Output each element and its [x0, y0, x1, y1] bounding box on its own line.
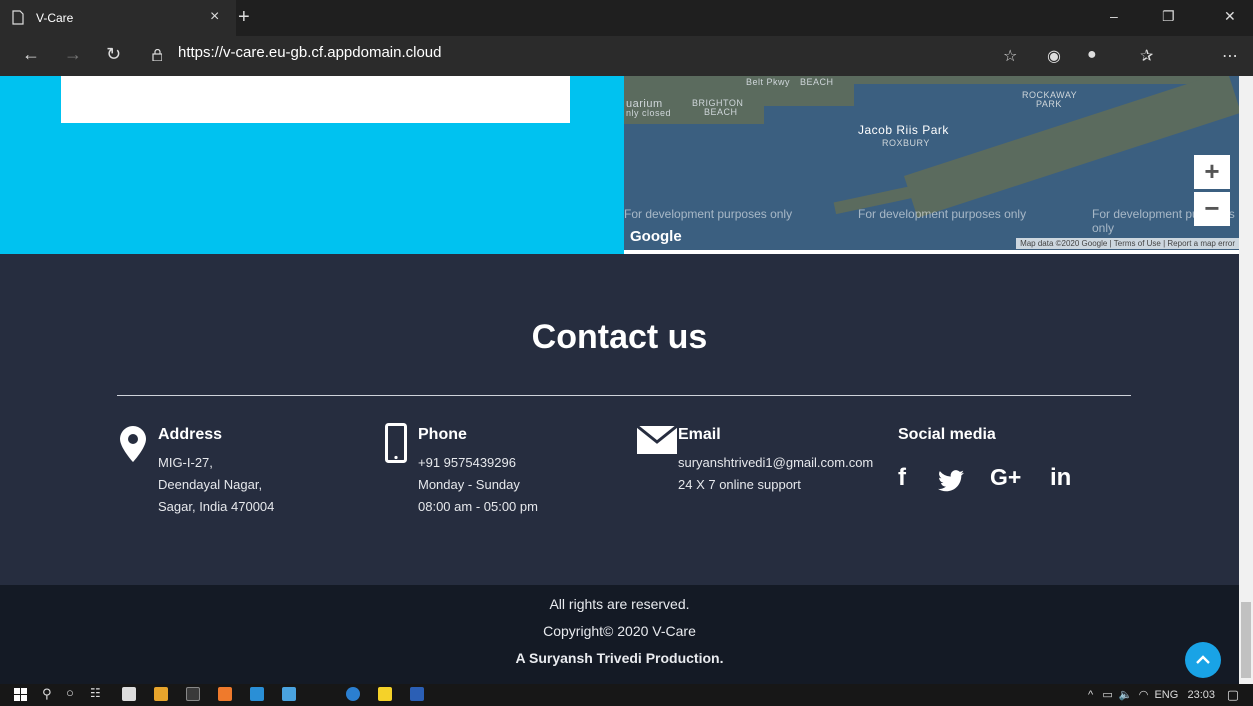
notifications-icon[interactable]: ▢: [1227, 687, 1239, 703]
rights-text: All rights are reserved.: [549, 596, 690, 612]
contact-heading: Contact us: [531, 318, 708, 356]
social-column: Social media: [898, 426, 996, 452]
map-label-park: Jacob Riis Park: [858, 123, 949, 137]
refresh-icon[interactable]: ↻: [106, 44, 121, 65]
windows-start-icon[interactable]: [14, 688, 28, 702]
map-zoom-out-button[interactable]: −: [1194, 192, 1230, 226]
back-icon[interactable]: ←: [22, 44, 40, 65]
language-indicator[interactable]: ENG: [1154, 689, 1178, 701]
map-label: nly closed: [626, 108, 672, 118]
map-label: PARK: [1036, 99, 1062, 109]
phone-icon: [385, 423, 407, 463]
tab-title: V-Care: [36, 11, 74, 25]
map-footer: Map data ©2020 Google | Terms of Use | R…: [1016, 238, 1239, 249]
map-label: BEACH: [800, 77, 834, 87]
map-dev-notice: For development purposes only: [858, 207, 1027, 221]
footer: All rights are reserved. Copyright© 2020…: [0, 585, 1239, 684]
extension-icon[interactable]: ◉: [1047, 46, 1061, 66]
contact-section: Contact us Address MIG-I-27, Deendayal N…: [0, 254, 1239, 585]
favorites-icon[interactable]: ✰: [1140, 46, 1153, 66]
terminal-icon[interactable]: [186, 687, 200, 701]
word-icon[interactable]: [410, 687, 424, 701]
app-icon[interactable]: [218, 687, 232, 701]
forward-icon[interactable]: →: [64, 44, 82, 65]
lock-icon: [152, 49, 162, 61]
volume-icon[interactable]: 🔈: [1119, 689, 1133, 701]
map-land: [844, 76, 1224, 84]
task-view-icon[interactable]: ☷: [90, 686, 101, 700]
google-plus-icon[interactable]: G+: [990, 464, 1021, 491]
address-line: Sagar, India 470004: [158, 499, 275, 514]
phone-title: Phone: [418, 426, 467, 443]
location-pin-icon: [120, 426, 146, 462]
terms-of-use-link[interactable]: Terms of Use: [1114, 239, 1161, 248]
chevron-up-icon[interactable]: ^: [1088, 689, 1093, 701]
battery-icon[interactable]: ▭: [1102, 689, 1112, 701]
minimize-icon[interactable]: –: [1110, 8, 1118, 24]
scrollbar-thumb[interactable]: [1241, 602, 1251, 678]
mail-icon[interactable]: [282, 687, 296, 701]
social-title: Social media: [898, 426, 996, 443]
tab-v-care[interactable]: V-Care ×: [0, 0, 236, 36]
email-column: Email suryanshtrivedi1@gmail.com.com 24 …: [678, 426, 873, 496]
maximize-icon[interactable]: ❐: [1162, 8, 1175, 25]
address-bar: ← → ↻ https://v-care.eu-gb.cf.appdomain.…: [0, 36, 1253, 100]
email-title: Email: [678, 426, 721, 443]
map-label: BEACH: [704, 107, 738, 117]
windows-taskbar: ⚲ ○ ☷ ^ ▭ 🔈 ◠ ENG 23:03 ▢: [0, 684, 1253, 706]
address-line: MIG-I-27,: [158, 455, 213, 470]
new-tab-icon[interactable]: +: [238, 6, 250, 29]
email-support-note: 24 X 7 online support: [678, 477, 801, 492]
clock[interactable]: 23:03: [1187, 689, 1215, 701]
page-content: Belt Pkwy BEACH uarium nly closed BRIGHT…: [0, 76, 1239, 684]
google-logo: Google: [630, 228, 682, 245]
facebook-icon[interactable]: f: [898, 464, 906, 492]
page-scrollbar[interactable]: [1239, 76, 1253, 684]
sticky-notes-icon[interactable]: [378, 687, 392, 701]
address-column: Address MIG-I-27, Deendayal Nagar, Sagar…: [158, 426, 274, 518]
phone-number: +91 9575439296: [418, 455, 516, 470]
edge-browser-icon[interactable]: [346, 687, 360, 701]
app-icon[interactable]: [154, 687, 168, 701]
close-window-icon[interactable]: ✕: [1224, 8, 1236, 25]
store-icon[interactable]: [122, 687, 136, 701]
favorite-star-icon[interactable]: ☆: [1003, 46, 1017, 66]
search-icon[interactable]: ⚲: [42, 686, 52, 702]
phone-hours: 08:00 am - 05:00 pm: [418, 499, 538, 514]
page-icon: [12, 10, 24, 25]
phone-column: Phone +91 9575439296 Monday - Sunday 08:…: [418, 426, 538, 518]
address-title: Address: [158, 426, 223, 443]
twitter-icon[interactable]: [938, 470, 964, 492]
scroll-to-top-button[interactable]: [1185, 642, 1221, 678]
email-address[interactable]: suryanshtrivedi1@gmail.com.com: [678, 452, 873, 474]
report-map-error-link[interactable]: Report a map error: [1167, 239, 1235, 248]
map-label: Belt Pkwy: [746, 77, 791, 87]
url-field[interactable]: https://v-care.eu-gb.cf.appdomain.cloud: [178, 44, 441, 61]
map-dev-notice: For development purposes only: [624, 207, 793, 221]
tab-bar: V-Care × + – ❐ ✕: [0, 0, 1253, 36]
embedded-map[interactable]: Belt Pkwy BEACH uarium nly closed BRIGHT…: [624, 76, 1239, 250]
map-zoom-in-button[interactable]: +: [1194, 155, 1230, 189]
white-panel: [61, 76, 570, 123]
wifi-icon[interactable]: ◠: [1139, 689, 1149, 701]
divider: [117, 395, 1131, 396]
system-tray: ^ ▭ 🔈 ◠ ENG 23:03: [1088, 688, 1215, 701]
copyright-text: Copyright© 2020 V-Care: [543, 623, 696, 639]
hero-section: [0, 76, 624, 254]
extension-2-icon[interactable]: ●: [1087, 46, 1097, 64]
map-label: ROXBURY: [882, 138, 930, 148]
phone-days: Monday - Sunday: [418, 477, 520, 492]
more-menu-icon[interactable]: ⋯: [1222, 46, 1238, 66]
cortana-icon[interactable]: ○: [66, 685, 74, 700]
map-data-link[interactable]: Map data ©2020 Google: [1020, 239, 1107, 248]
envelope-icon: [637, 426, 677, 454]
chevron-up-icon: [1196, 655, 1210, 664]
address-line: Deendayal Nagar,: [158, 477, 263, 492]
production-credit: A Suryansh Trivedi Production.: [515, 650, 724, 666]
file-explorer-icon[interactable]: [250, 687, 264, 701]
linkedin-icon[interactable]: in: [1050, 464, 1071, 492]
close-tab-icon[interactable]: ×: [210, 8, 219, 26]
